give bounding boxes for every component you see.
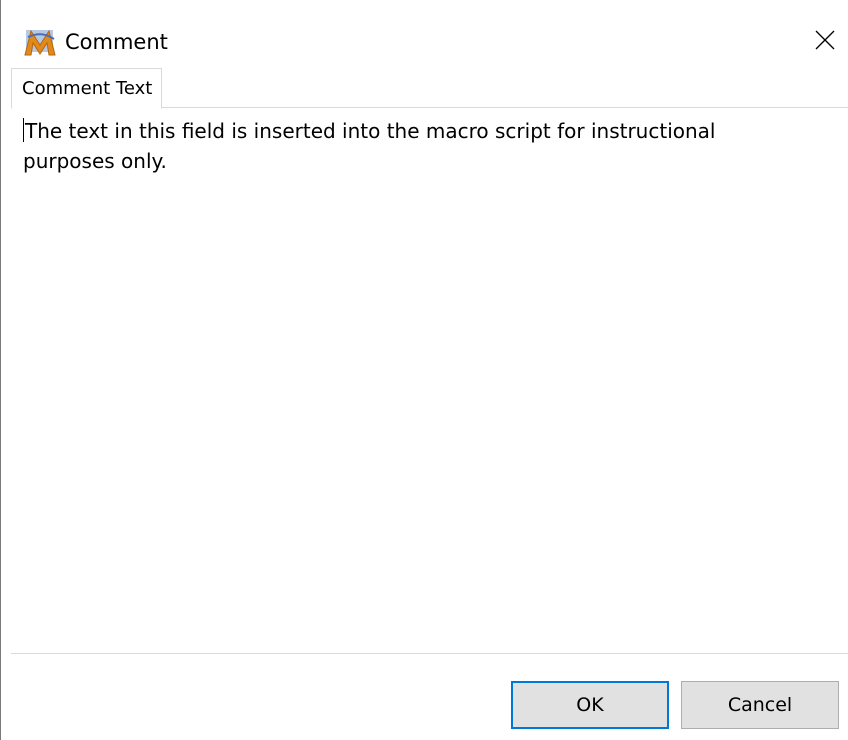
- macro-m-icon: [23, 27, 57, 57]
- comment-text-field[interactable]: The text in this field is inserted into …: [11, 108, 848, 653]
- cancel-button[interactable]: Cancel: [681, 681, 839, 729]
- text-caret: [23, 118, 24, 142]
- footer-divider: [11, 653, 848, 654]
- close-icon: [815, 30, 835, 50]
- tab-comment-text[interactable]: Comment Text: [11, 68, 163, 109]
- window-title: Comment: [65, 30, 168, 54]
- tab-strip: Comment Text: [11, 68, 848, 109]
- title-bar[interactable]: Comment: [1, 0, 848, 66]
- close-button[interactable]: [802, 18, 848, 62]
- ok-button[interactable]: OK: [511, 681, 669, 729]
- comment-text-value: The text in this field is inserted into …: [23, 119, 716, 173]
- comment-dialog: Comment Comment Text The text in this fi…: [0, 0, 848, 740]
